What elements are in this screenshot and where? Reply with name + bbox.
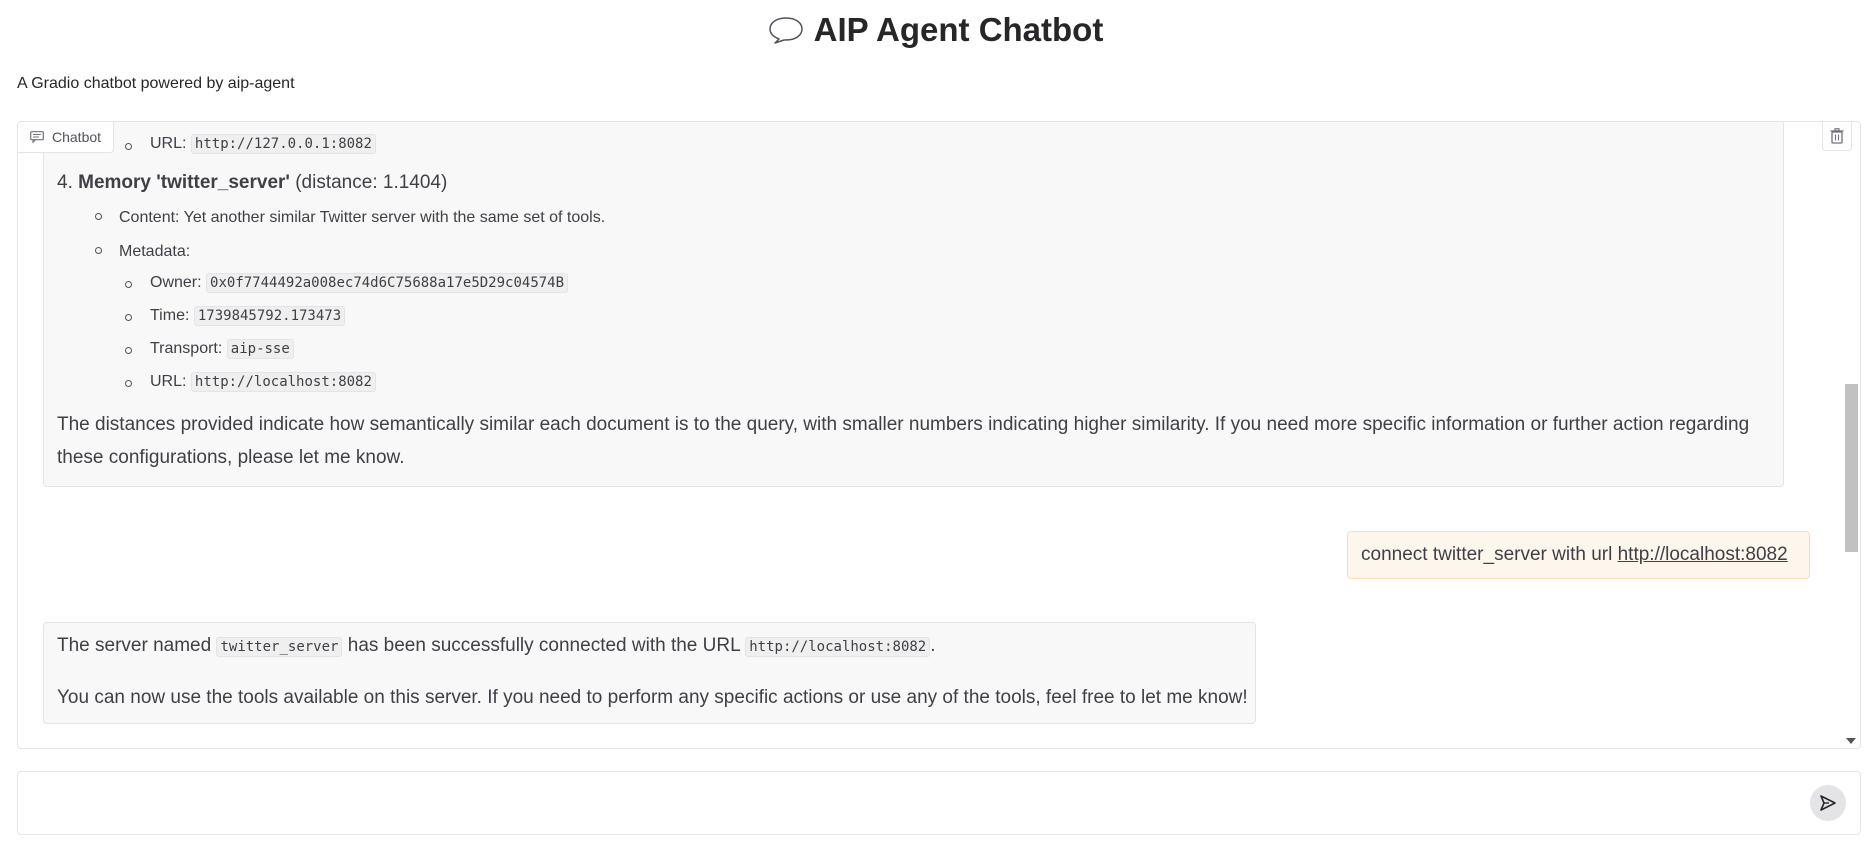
user-message-text: connect twitter_server with url (1361, 544, 1613, 565)
bullet-icon (95, 213, 102, 220)
time-label: Time: (150, 307, 190, 324)
bot-message: The server named twitter_server has been… (43, 622, 1256, 724)
chatbot-label: Chatbot (18, 122, 115, 153)
bot-message-line: You can now use the tools available on t… (57, 687, 1248, 708)
bullet-icon (125, 281, 132, 288)
time-row: Time: 1739845792.173473 (150, 306, 346, 326)
metadata-label: Metadata: (119, 243, 191, 260)
item-number: 4. (57, 172, 73, 193)
top-url-row: URL: http://127.0.0.1:8082 (150, 134, 376, 154)
user-message: connect twitter_server with url http://l… (1347, 531, 1810, 579)
bullet-icon (95, 247, 102, 254)
bullet-icon (125, 347, 132, 354)
server-url-code: http://localhost:8082 (745, 637, 931, 657)
page-title: AIP Agent Chatbot (813, 11, 1104, 48)
memory-content: Content: Yet another similar Twitter ser… (119, 209, 606, 226)
scrollbar-thumb[interactable] (1845, 384, 1858, 552)
transport-value: aip-sse (226, 339, 294, 359)
send-button[interactable] (1810, 785, 1846, 821)
bullet-icon (125, 380, 132, 387)
memory-name: Memory 'twitter_server' (78, 172, 290, 193)
text-segment: has been successfully connected with the… (342, 635, 746, 656)
transport-row: Transport: aip-sse (150, 339, 294, 359)
message-input[interactable] (28, 782, 1792, 826)
speech-bubble-icon (768, 17, 803, 44)
bullet-icon (125, 314, 132, 321)
transport-label: Transport: (150, 340, 223, 357)
scroll-down-icon[interactable] (1846, 738, 1856, 744)
owner-row: Owner: 0x0f7744492a008ec74d6C75688a17e5D… (150, 273, 569, 293)
app-header: AIP Agent Chatbot (0, 8, 1871, 52)
bot-message-line: The server named twitter_server has been… (57, 635, 936, 657)
user-message-link[interactable]: http://localhost:8082 (1618, 544, 1788, 566)
text-segment: The server named (57, 635, 217, 656)
closing-paragraph: The distances provided indicate how sema… (57, 414, 1750, 468)
owner-label: Owner: (150, 274, 202, 291)
message-input-box (17, 771, 1861, 835)
text-segment: . (930, 635, 936, 656)
owner-value: 0x0f7744492a008ec74d6C75688a17e5D29c0457… (206, 273, 569, 293)
bullet-icon (125, 143, 132, 150)
url-label: URL: (150, 373, 187, 390)
url-value: http://localhost:8082 (190, 372, 376, 392)
chatbot-panel: Chatbot URL: http://127.0.0.1:8082 4. Me… (17, 121, 1861, 749)
chat-icon (30, 131, 44, 143)
clear-chat-button[interactable] (1822, 122, 1852, 151)
trash-icon (1830, 128, 1844, 144)
memory-distance: (distance: 1.1404) (295, 172, 448, 193)
bot-message: URL: http://127.0.0.1:8082 4. Memory 'tw… (43, 122, 1784, 487)
server-name-code: twitter_server (216, 637, 343, 657)
chat-scrollbar[interactable] (1842, 128, 1858, 744)
chatbot-label-text: Chatbot (52, 129, 102, 145)
page-subtitle: A Gradio chatbot powered by aip-agent (17, 75, 295, 92)
url-value: http://127.0.0.1:8082 (190, 134, 376, 154)
time-value: 1739845792.173473 (193, 306, 346, 326)
send-icon (1820, 795, 1836, 811)
url-row: URL: http://localhost:8082 (150, 372, 376, 392)
url-label: URL: (150, 135, 187, 152)
memory-item-heading: 4. Memory 'twitter_server' (distance: 1.… (57, 172, 447, 194)
